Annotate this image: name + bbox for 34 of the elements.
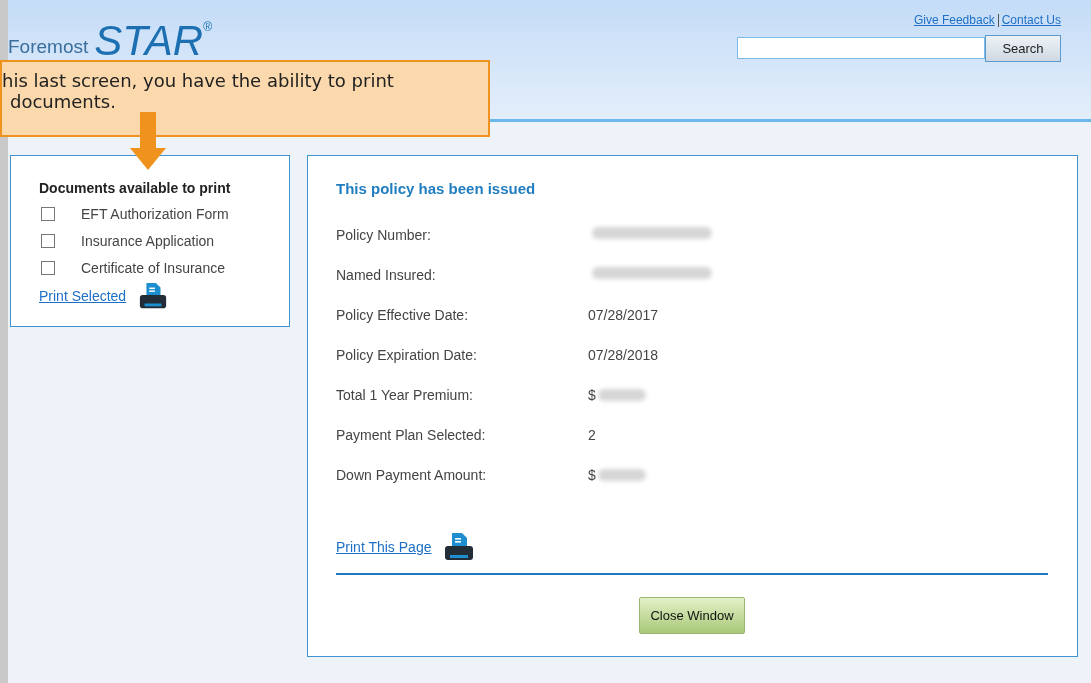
document-label: Insurance Application [81, 232, 215, 249]
callout-text: his last screen, you have the ability to print [2, 70, 394, 91]
field-value: $ [588, 387, 646, 403]
header-link[interactable]: Contact Us [1001, 13, 1061, 27]
field-value: 2 [588, 427, 596, 443]
field-label: Policy Effective Date: [336, 307, 470, 323]
panel-title: Documents available to print [39, 180, 232, 196]
document-label: Certificate of Insurance [81, 259, 225, 276]
search-button[interactable]: Search [985, 35, 1061, 62]
document-label: EFT Authorization Form [81, 205, 229, 222]
panel-title: This policy has been issued [336, 180, 537, 197]
print-page-link[interactable]: Print This Page [336, 539, 432, 555]
field-label: Policy Number: [336, 227, 432, 243]
checkbox[interactable] [41, 260, 55, 275]
printer-icon[interactable] [138, 281, 169, 311]
print-selected-link[interactable]: Print Selected [39, 288, 127, 304]
field-label: Policy Expiration Date: [336, 347, 478, 363]
checkbox[interactable] [41, 206, 55, 221]
field-value: $ [588, 467, 646, 483]
checkbox[interactable] [41, 233, 55, 248]
field-label: Total 1 Year Premium: [336, 387, 474, 403]
field-label: Down Payment Amount: [336, 467, 488, 483]
field-label: Payment Plan Selected: [336, 427, 487, 443]
printer-icon[interactable] [443, 531, 476, 563]
field-value: 07/28/2018 [588, 347, 659, 363]
registered-mark: ® [203, 20, 212, 34]
field-label: Named Insured: [336, 267, 437, 283]
logo-title: STAR [94, 20, 204, 62]
header-link[interactable]: Give Feedback [913, 13, 995, 27]
logo-text: Foremost [8, 36, 89, 58]
close-window-button[interactable]: Close Window [639, 597, 745, 634]
search-field[interactable] [737, 37, 985, 59]
callout-text: documents. [10, 91, 116, 112]
field-value: 07/28/2017 [588, 307, 659, 323]
